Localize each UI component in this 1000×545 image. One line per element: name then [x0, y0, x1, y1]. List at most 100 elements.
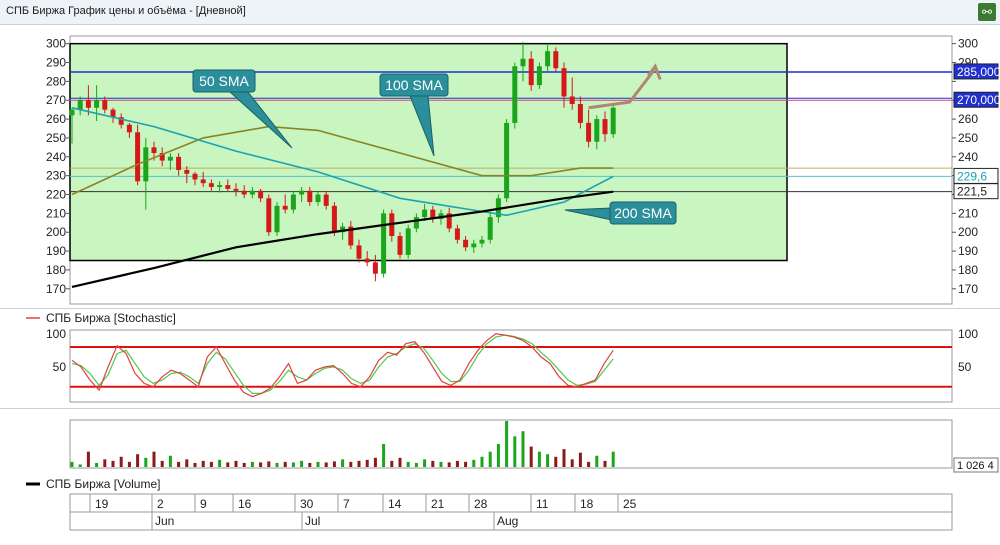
volume-bar — [349, 461, 353, 467]
price-tick-right: 300 — [958, 37, 978, 51]
candle-body — [299, 190, 305, 195]
volume-bar — [365, 459, 369, 467]
candle-body — [184, 170, 190, 174]
candle-body — [225, 185, 231, 189]
candle-body — [167, 156, 173, 161]
price-tick-left: 190 — [46, 244, 66, 258]
volume-bar — [554, 456, 558, 467]
volume-bar — [308, 462, 312, 467]
price-tick-right: 180 — [958, 263, 978, 277]
x-day-label: 30 — [300, 497, 314, 511]
volume-panel — [69, 419, 953, 469]
stochastic-panel — [69, 329, 953, 403]
chart-window: СПБ Биржа График цены и объёма - [Дневно… — [0, 0, 1000, 545]
price-tick-right: 210 — [958, 206, 978, 220]
x-day-label: 21 — [431, 497, 445, 511]
candle-body — [594, 119, 600, 142]
candle-body — [610, 107, 616, 135]
candle-body — [405, 228, 411, 255]
volume-last-value: 1 026 4 — [957, 460, 994, 472]
candle-body — [151, 147, 157, 154]
volume-bar — [316, 461, 320, 467]
volume-bar — [390, 460, 394, 467]
volume-bar — [578, 452, 582, 467]
x-month-label: Jun — [155, 514, 174, 528]
volume-bar — [136, 454, 140, 467]
candle-body — [602, 119, 608, 135]
volume-bar — [398, 457, 402, 467]
volume-bar — [382, 444, 386, 467]
volume-bar — [160, 460, 164, 467]
chart-link-icon[interactable]: ⚯ — [978, 3, 996, 21]
candle-body — [545, 51, 551, 67]
stoch-tick-left: 100 — [46, 327, 66, 341]
volume-bar — [78, 464, 82, 467]
candle-body — [241, 190, 247, 195]
volume-bar — [488, 451, 492, 467]
volume-bar — [250, 461, 254, 467]
candle-body — [126, 124, 132, 133]
volume-bar — [86, 451, 90, 467]
volume-bar — [168, 455, 172, 467]
volume-bar — [431, 460, 435, 467]
candle-body — [463, 239, 469, 248]
volume-bar — [283, 461, 287, 467]
candle-body — [200, 179, 206, 184]
price-tick-left: 180 — [46, 263, 66, 277]
volume-bar — [177, 461, 181, 467]
volume-bar — [185, 459, 189, 467]
badge-270-text: 270,000 — [957, 93, 1000, 107]
candle-body — [561, 68, 567, 97]
volume-bar — [496, 444, 500, 467]
volume-bar — [70, 461, 74, 467]
volume-bar — [447, 462, 451, 467]
price-tick-left: 220 — [46, 188, 66, 202]
candle-body — [69, 109, 75, 116]
price-tick-left: 270 — [46, 93, 66, 107]
volume-bar — [529, 446, 533, 467]
price-tick-right: 170 — [958, 282, 978, 296]
price-tick-right: 250 — [958, 131, 978, 145]
chart-svg[interactable]: 170 170180 180190 190200 200210 210220230240 2… — [0, 24, 1000, 545]
x-day-label: 16 — [238, 497, 252, 511]
candle-body — [528, 58, 534, 86]
candle-body — [249, 190, 255, 195]
candle-body — [94, 100, 100, 108]
price-tick-right: 200 — [958, 225, 978, 239]
candle-body — [454, 228, 460, 240]
volume-bar — [193, 462, 197, 467]
volume-bar — [209, 461, 213, 467]
x-day-label: 7 — [343, 497, 350, 511]
volume-bar — [423, 459, 427, 467]
volume-bar — [119, 456, 123, 467]
window-titlebar: СПБ Биржа График цены и объёма - [Дневно… — [0, 0, 1000, 25]
sma200-callout-label: 200 SMA — [614, 205, 672, 221]
volume-bar — [226, 462, 230, 467]
candle-body — [323, 194, 329, 206]
candle-body — [192, 173, 198, 180]
volume-bar — [570, 459, 574, 467]
volume-bar — [521, 431, 525, 467]
candle-body — [553, 51, 559, 69]
badge-sma200-text: 221,5 — [957, 185, 987, 199]
candle-body — [520, 58, 526, 67]
candle-body — [102, 100, 108, 110]
volume-bar — [455, 460, 459, 467]
candle-body — [331, 205, 337, 233]
candle-body — [208, 183, 214, 187]
x-day-label: 11 — [536, 497, 549, 511]
volume-bar — [546, 454, 550, 467]
volume-bar — [275, 462, 279, 467]
volume-bar — [111, 460, 115, 467]
volume-bar — [324, 462, 328, 467]
x-day-label: 18 — [580, 497, 594, 511]
candle-body — [266, 198, 272, 233]
sma100-callout-label: 100 SMA — [385, 77, 443, 93]
volume-bar — [439, 461, 443, 467]
price-tick-left: 240 — [46, 150, 66, 164]
candle-body — [397, 236, 403, 255]
volume-bar — [537, 451, 541, 467]
stoch-tick-left: 50 — [53, 360, 67, 374]
candle-body — [282, 205, 288, 210]
volume-bar — [218, 459, 222, 467]
